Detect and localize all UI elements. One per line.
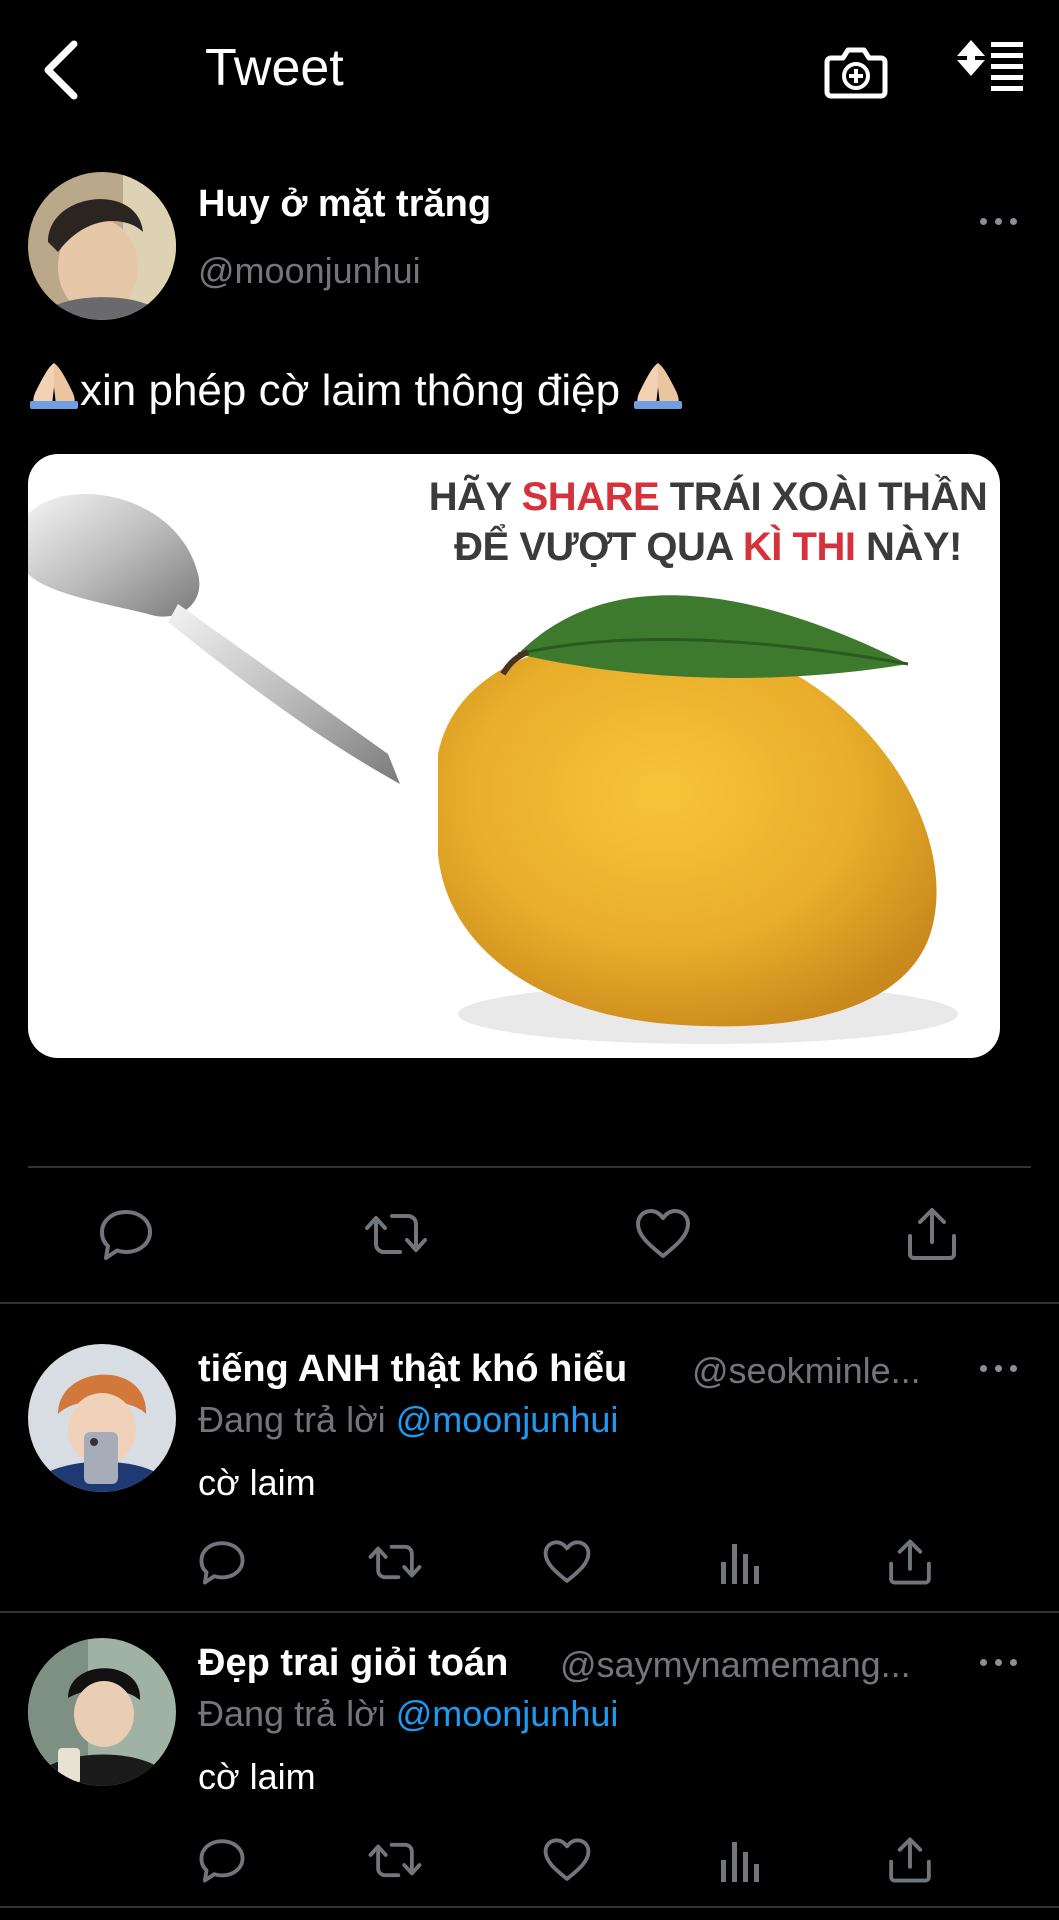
reply-button[interactable]	[198, 1538, 246, 1586]
retweet-button[interactable]	[368, 1836, 422, 1884]
author-name[interactable]: Huy ở mặt trăng	[198, 183, 491, 226]
share-button[interactable]	[904, 1206, 960, 1262]
like-icon	[543, 1838, 591, 1881]
replying-to-line: Đang trả lời @moonjunhui	[198, 1399, 618, 1441]
share-icon	[889, 1837, 931, 1883]
reply-avatar[interactable]	[28, 1638, 176, 1786]
media-caption: HÃY SHARE TRÁI XOÀI THẦN ĐỂ VƯỢT QUA KÌ …	[428, 475, 988, 569]
reply-avatar[interactable]	[28, 1344, 176, 1492]
share-button[interactable]	[886, 1538, 934, 1586]
share-icon	[908, 1208, 956, 1260]
reply-author-name[interactable]: tiếng ANH thật khó hiểu	[198, 1348, 627, 1391]
chevron-left-icon	[44, 40, 78, 100]
like-button[interactable]	[542, 1538, 592, 1586]
reply-text: cờ laim	[198, 1462, 316, 1503]
analytics-icon	[721, 1544, 759, 1584]
share-button[interactable]	[886, 1836, 934, 1884]
divider	[0, 1611, 1059, 1613]
reply-icon	[199, 1541, 245, 1585]
reply-author-handle[interactable]: @saymynamemang...	[560, 1644, 911, 1686]
folded-hands-emoji	[634, 363, 683, 409]
analytics-button[interactable]	[718, 1836, 762, 1884]
back-button[interactable]	[38, 36, 86, 104]
tweet-text-content: xin phép cờ laim thông điệp	[80, 366, 621, 415]
divider	[0, 1906, 1059, 1908]
like-button[interactable]	[542, 1836, 592, 1884]
top-bar: Tweet	[0, 0, 1059, 140]
reply-button[interactable]	[198, 1836, 246, 1884]
reply-button[interactable]	[98, 1206, 154, 1262]
reply-text: cờ laim	[198, 1756, 316, 1797]
retweet-icon	[368, 1544, 422, 1580]
analytics-icon	[721, 1842, 759, 1882]
replying-to-line: Đang trả lời @moonjunhui	[198, 1693, 618, 1735]
like-icon	[636, 1209, 690, 1258]
retweet-icon	[368, 1842, 422, 1878]
retweet-button[interactable]	[368, 1538, 422, 1586]
replying-prefix: Đang trả lời	[198, 1693, 396, 1734]
camera-button[interactable]	[823, 38, 889, 104]
sort-lines-icon	[957, 40, 1023, 91]
reply-icon	[100, 1210, 152, 1260]
reply-author-handle[interactable]: @seokminle...	[692, 1350, 921, 1392]
author-handle[interactable]: @moonjunhui	[198, 250, 421, 292]
share-icon	[889, 1539, 931, 1585]
folded-hands-emoji	[30, 363, 78, 409]
tweet-text: xin phép cờ laim thông điệp	[28, 357, 684, 416]
camera-plus-icon	[824, 47, 888, 99]
analytics-button[interactable]	[718, 1538, 762, 1586]
more-options-button[interactable]	[980, 1654, 1020, 1670]
more-options-button[interactable]	[980, 1360, 1020, 1376]
reply-icon	[199, 1839, 245, 1883]
author-avatar[interactable]	[28, 172, 176, 320]
retweet-button[interactable]	[364, 1206, 428, 1262]
like-button[interactable]	[634, 1206, 692, 1262]
like-icon	[543, 1540, 591, 1583]
divider	[0, 1302, 1059, 1304]
mention-link[interactable]: @moonjunhui	[396, 1693, 619, 1734]
divider	[28, 1166, 1031, 1168]
mention-link[interactable]: @moonjunhui	[396, 1399, 619, 1440]
reply-author-name[interactable]: Đẹp trai giỏi toán	[198, 1642, 508, 1685]
tweet-media-image[interactable]: HÃY SHARE TRÁI XOÀI THẦN ĐỂ VƯỢT QUA KÌ …	[28, 454, 1000, 1058]
retweet-icon	[365, 1214, 427, 1254]
page-title: Tweet	[205, 39, 344, 97]
replying-prefix: Đang trả lời	[198, 1399, 396, 1440]
sort-button[interactable]	[955, 40, 1025, 96]
more-options-button[interactable]	[980, 213, 1020, 229]
